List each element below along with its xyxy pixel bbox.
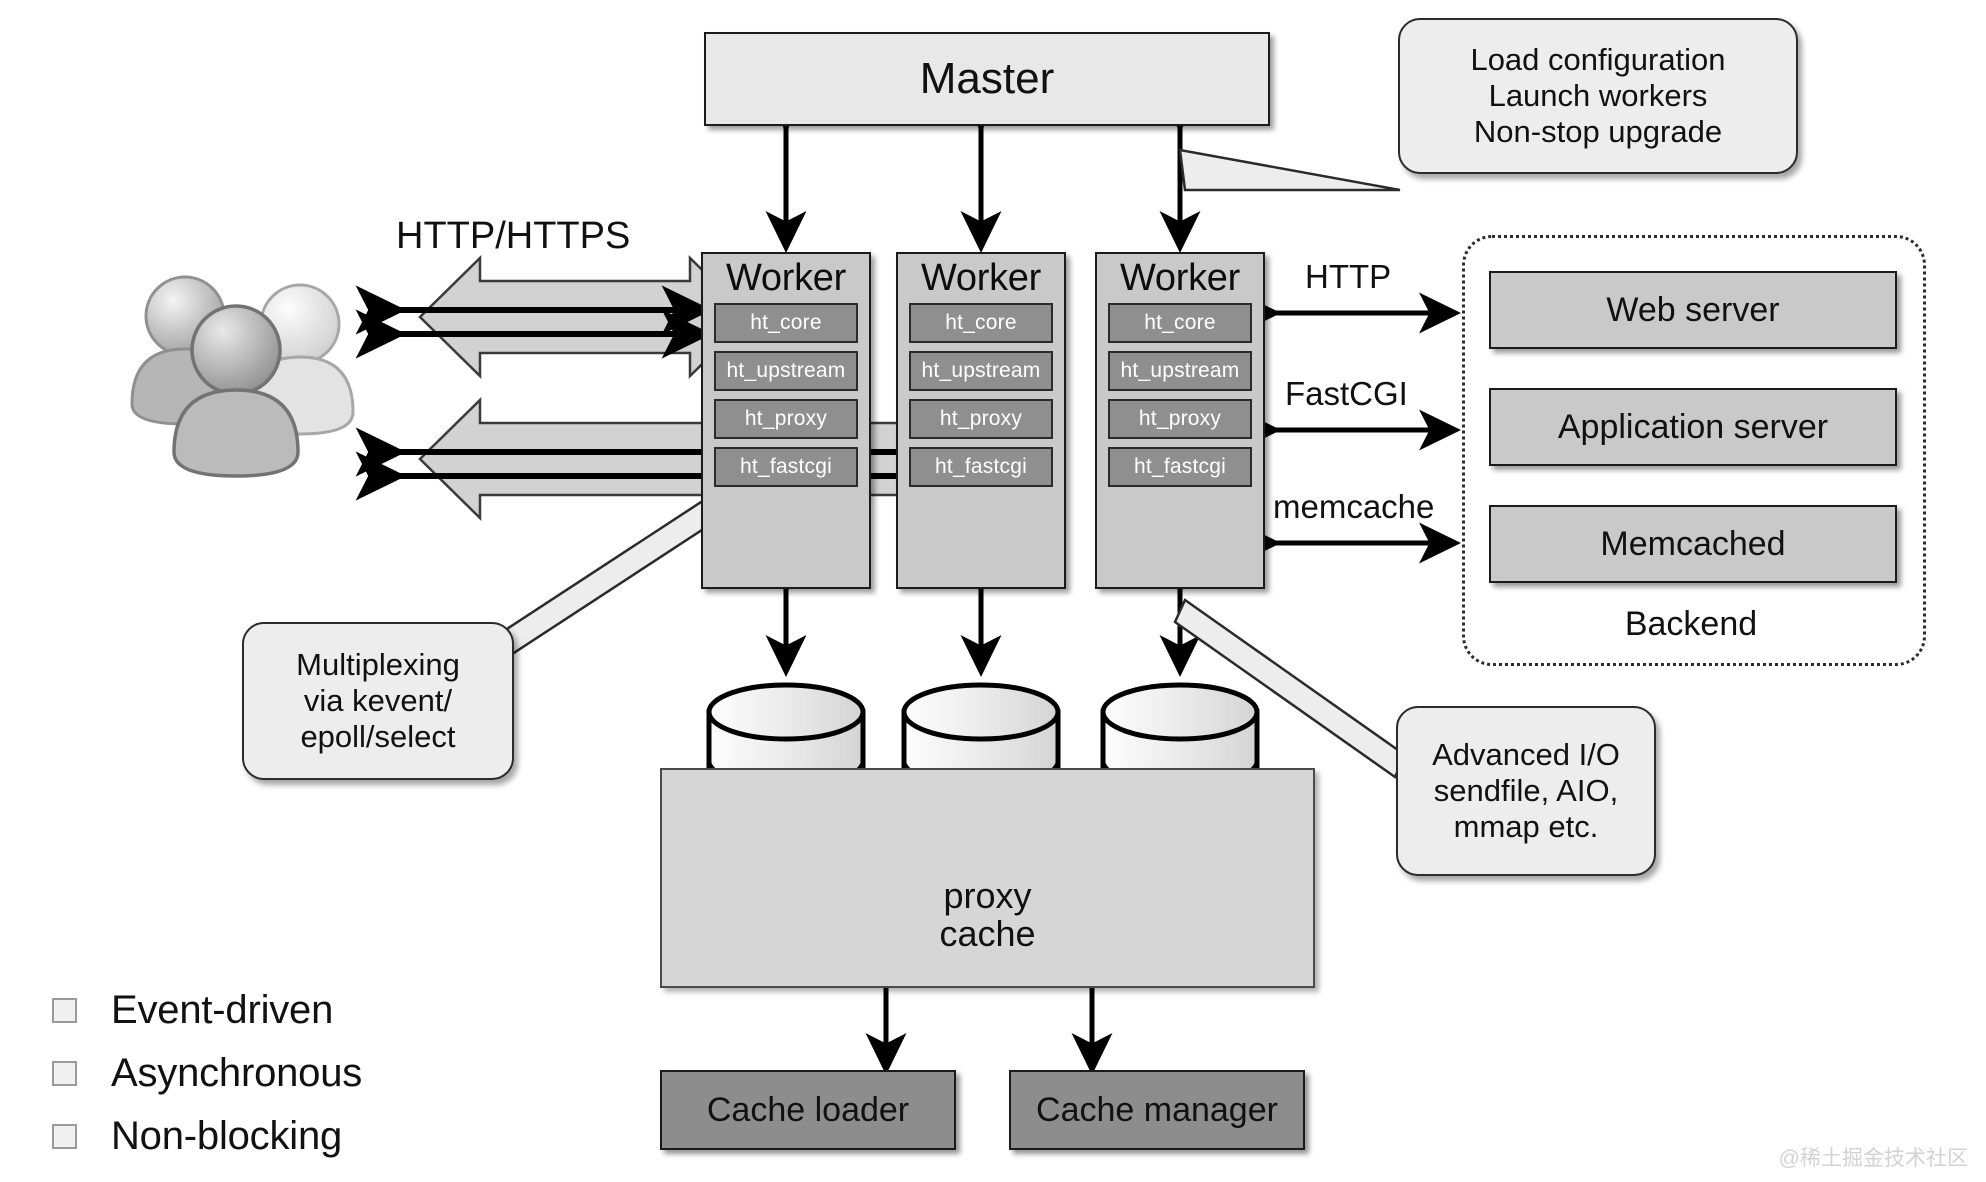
worker-title: Worker [726,257,846,299]
list-item: Asynchronous [52,1051,362,1096]
cache-loader-label: Cache loader [706,1090,910,1129]
feature-label: Event-driven [111,988,334,1032]
proxy-cache-label-line1: proxy [943,874,1032,916]
proxy-cache-box[interactable]: proxy cache [660,768,1315,988]
backend-application-server[interactable]: Application server [1489,388,1897,466]
backend-item-label: Application server [1557,407,1829,446]
proxy-cache-label-line2: cache [939,913,1036,954]
bullet-square-icon [52,1061,77,1086]
bullet-square-icon [52,998,77,1023]
multiplexing-callout: Multiplexing via kevent/ epoll/select [242,622,514,780]
worker-modules: ht_core ht_upstream ht_proxy ht_fastcgi [703,303,869,495]
watermark: @稀土掘金技术社区 [1778,1147,1968,1170]
module-ht-upstream[interactable]: ht_upstream [1108,351,1252,391]
backend-item-label: Memcached [1600,524,1786,563]
module-ht-fastcgi[interactable]: ht_fastcgi [714,447,858,487]
backend-memcached[interactable]: Memcached [1489,505,1897,583]
master-callout: Load configuration Launch workers Non-st… [1398,18,1798,174]
bullet-square-icon [52,1124,77,1149]
cache-manager-label: Cache manager [1036,1090,1278,1129]
protocol-label-fastcgi: FastCGI [1285,375,1408,412]
feature-label: Asynchronous [111,1051,363,1095]
worker-title: Worker [1120,257,1240,299]
backend-caption: Backend [1624,605,1758,643]
module-ht-proxy[interactable]: ht_proxy [909,399,1053,439]
worker-box-1[interactable]: Worker ht_core ht_upstream ht_proxy ht_f… [701,252,871,589]
protocol-label-memcache: memcache [1273,488,1435,525]
list-item: Non-blocking [52,1114,362,1159]
master-box[interactable]: Master [704,32,1270,126]
module-ht-core[interactable]: ht_core [1108,303,1252,343]
module-ht-proxy[interactable]: ht_proxy [714,399,858,439]
module-ht-core[interactable]: ht_core [909,303,1053,343]
diagram-canvas: Master Load configuration Launch workers… [0,0,1986,1182]
worker-modules: ht_core ht_upstream ht_proxy ht_fastcgi [898,303,1064,495]
client-protocol-label: HTTP/HTTPS [396,215,631,257]
worker-box-2[interactable]: Worker ht_core ht_upstream ht_proxy ht_f… [896,252,1066,589]
cache-worker-arrows [865,950,1113,1075]
list-item: Event-driven [52,988,362,1033]
protocol-label-http: HTTP [1305,258,1392,295]
module-ht-fastcgi[interactable]: ht_fastcgi [909,447,1053,487]
cache-manager-box[interactable]: Cache manager [1009,1070,1305,1150]
worker-title: Worker [921,257,1041,299]
master-label: Master [919,54,1055,103]
backend-item-label: Web server [1606,290,1780,329]
module-ht-core[interactable]: ht_core [714,303,858,343]
module-ht-upstream[interactable]: ht_upstream [714,351,858,391]
module-ht-fastcgi[interactable]: ht_fastcgi [1108,447,1252,487]
cache-loader-box[interactable]: Cache loader [660,1070,956,1150]
worker-modules: ht_core ht_upstream ht_proxy ht_fastcgi [1097,303,1263,495]
advanced-io-callout: Advanced I/O sendfile, AIO, mmap etc. [1396,706,1656,876]
worker-cache-arrows [765,552,1201,677]
users-group-icon [130,275,355,478]
feature-label: Non-blocking [111,1114,343,1158]
worker-box-3[interactable]: Worker ht_core ht_upstream ht_proxy ht_f… [1095,252,1265,589]
master-worker-arrows [765,90,1201,253]
master-callout-tail [1178,148,1401,192]
backend-web-server[interactable]: Web server [1489,271,1897,349]
feature-list: Event-driven Asynchronous Non-blocking [52,988,362,1177]
module-ht-proxy[interactable]: ht_proxy [1108,399,1252,439]
module-ht-upstream[interactable]: ht_upstream [909,351,1053,391]
